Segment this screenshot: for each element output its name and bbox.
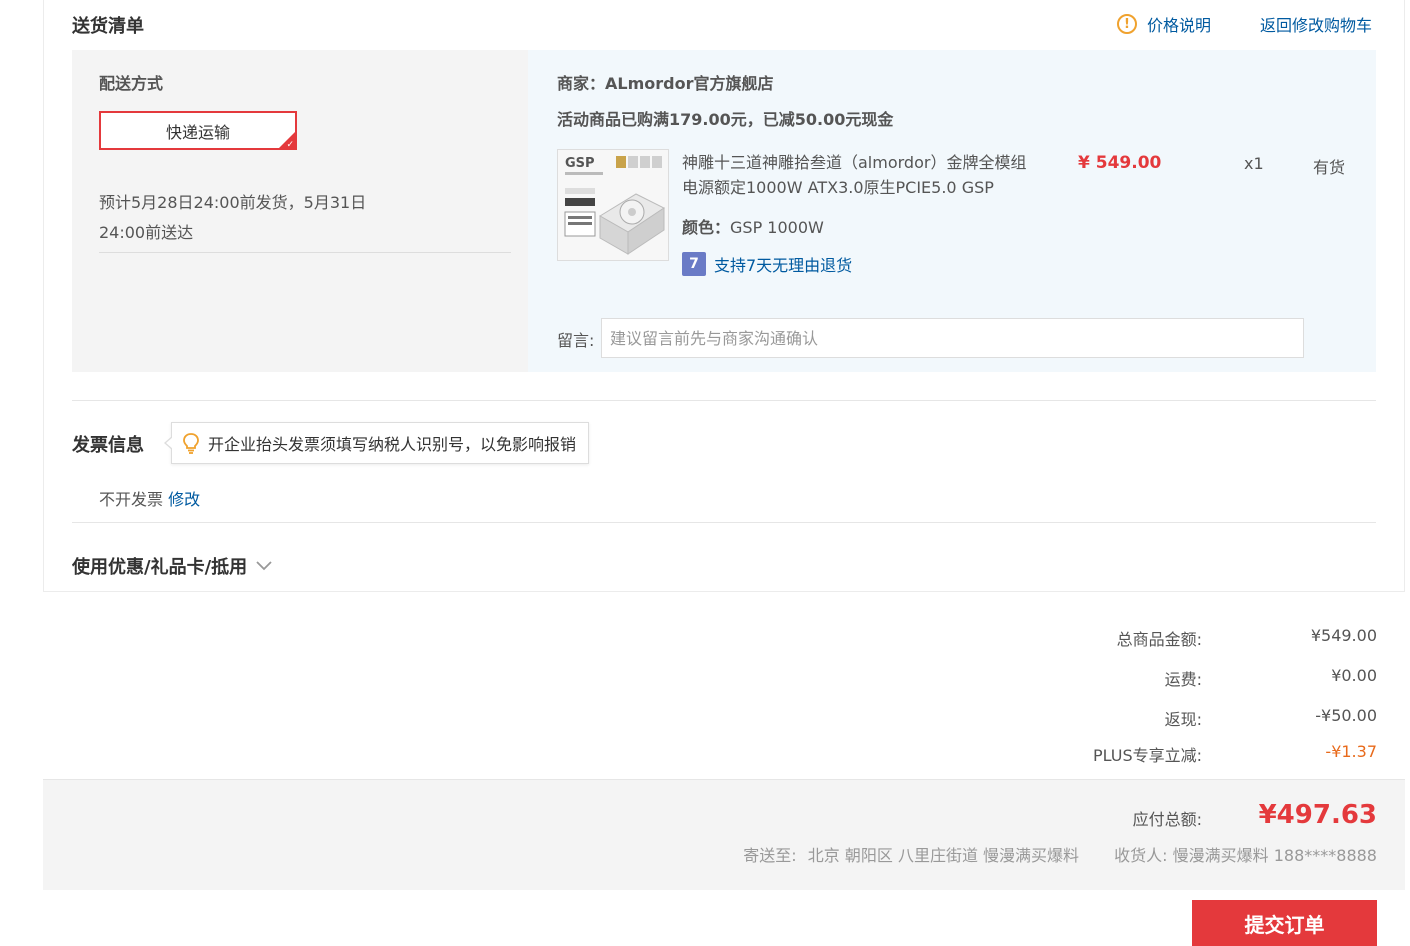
- product-color-value: GSP 1000W: [730, 218, 824, 237]
- product-color-label: 颜色：: [682, 218, 731, 237]
- chevron-down-icon: [256, 561, 272, 571]
- product-quantity: x1: [1244, 154, 1264, 173]
- ship-to-label: 寄送至:: [743, 846, 797, 865]
- remark-input[interactable]: [601, 318, 1304, 358]
- warning-icon: !: [1117, 14, 1137, 34]
- summary-label: 运费:: [1164, 670, 1202, 689]
- shipping-method-label: 配送方式: [99, 74, 164, 93]
- return-policy-text: 支持7天无理由退货: [714, 256, 853, 275]
- invoice-title: 发票信息: [72, 435, 144, 456]
- receiver-info: 慢漫满买爆料 188****8888: [1172, 846, 1377, 865]
- invoice-tip-text: 开企业抬头发票须填写纳税人识别号，以免影响报销: [208, 435, 577, 454]
- summary-value: ¥0.00: [1331, 666, 1377, 685]
- summary-value: ¥549.00: [1310, 626, 1377, 645]
- submit-order-button[interactable]: 提交订单: [1192, 900, 1377, 946]
- section-divider: [72, 522, 1376, 523]
- back-to-cart-link[interactable]: 返回修改购物车: [1260, 12, 1372, 36]
- invoice-tip: 开企业抬头发票须填写纳税人识别号，以免影响报销: [163, 422, 590, 464]
- total-bar: [43, 779, 1405, 890]
- lightbulb-icon: [183, 433, 199, 454]
- product-name[interactable]: 神雕十三道神雕拾叁道（almordor）金牌全模组电源额定1000W ATX3.…: [682, 150, 1027, 200]
- summary-label: PLUS专享立减:: [1092, 746, 1202, 765]
- summary-label: 总商品金额:: [1116, 630, 1202, 649]
- invoice-status: 不开发票 修改: [99, 486, 200, 510]
- section-divider: [72, 400, 1376, 401]
- delivery-estimate: 预计5月28日24:00前发货，5月31日24:00前送达: [99, 193, 367, 242]
- price-note-link[interactable]: ! 价格说明: [1117, 12, 1211, 36]
- coupon-title: 使用优惠/礼品卡/抵用: [72, 557, 248, 578]
- shipping-method-option[interactable]: 快递运输 ✓: [99, 111, 297, 150]
- coupon-toggle[interactable]: 使用优惠/礼品卡/抵用: [72, 553, 273, 579]
- shipping-address-line: 寄送至: 北京 朝阳区 八里庄街道 慢漫满买爆料 收货人: 慢漫满买爆料 188…: [737, 842, 1377, 866]
- delivery-list-title: 送货清单: [72, 16, 144, 37]
- shipping-divider: [99, 252, 511, 253]
- invoice-status-text: 不开发票: [99, 490, 164, 509]
- total-label: 应付总额:: [1132, 810, 1202, 829]
- return-policy: 7 支持7天无理由退货: [682, 252, 852, 276]
- summary-value: -¥1.37: [1325, 742, 1377, 761]
- summary-label: 返现:: [1164, 710, 1202, 729]
- remark-label: 留言:: [557, 331, 595, 350]
- summary-value: -¥50.00: [1315, 706, 1377, 725]
- checkmark-icon: ✓: [286, 140, 294, 150]
- receiver-label: 收货人:: [1114, 846, 1168, 865]
- product-stock: 有货: [1313, 158, 1346, 177]
- shop-name: 商家：ALmordor官方旗舰店: [557, 74, 774, 93]
- shipping-method-text: 快递运输: [165, 122, 230, 142]
- product-image[interactable]: GSP: [557, 149, 669, 261]
- promo-text: 活动商品已购满179.00元，已减50.00元现金: [557, 110, 894, 129]
- psu-product-graphic: GSP: [558, 150, 668, 260]
- price-note-label[interactable]: 价格说明: [1147, 12, 1211, 36]
- product-image-brand: GSP: [565, 156, 595, 171]
- seven-day-return-icon: 7: [682, 252, 706, 276]
- ship-to-address: 北京 朝阳区 八里庄街道 慢漫满买爆料: [807, 846, 1080, 865]
- product-price: ¥ 549.00: [1078, 153, 1162, 173]
- invoice-edit-link[interactable]: 修改: [168, 490, 200, 509]
- product-color: 颜色：GSP 1000W: [682, 214, 824, 238]
- total-amount: ¥497.63: [1258, 800, 1377, 830]
